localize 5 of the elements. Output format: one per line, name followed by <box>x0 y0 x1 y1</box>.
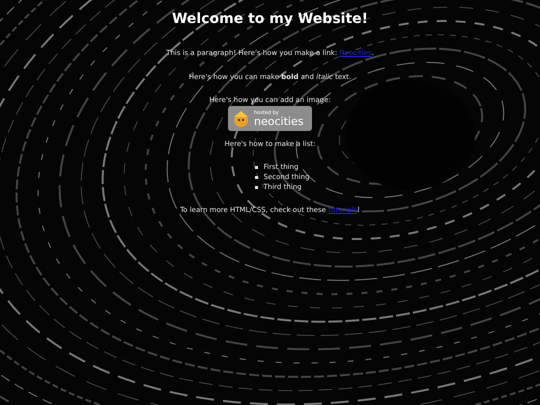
bullet-icon <box>254 166 258 168</box>
bullet-icon <box>254 176 258 178</box>
page-title: Welcome to my Website! <box>172 10 368 28</box>
bullet-icon <box>254 186 258 188</box>
badge-name: neocities <box>254 116 304 126</box>
